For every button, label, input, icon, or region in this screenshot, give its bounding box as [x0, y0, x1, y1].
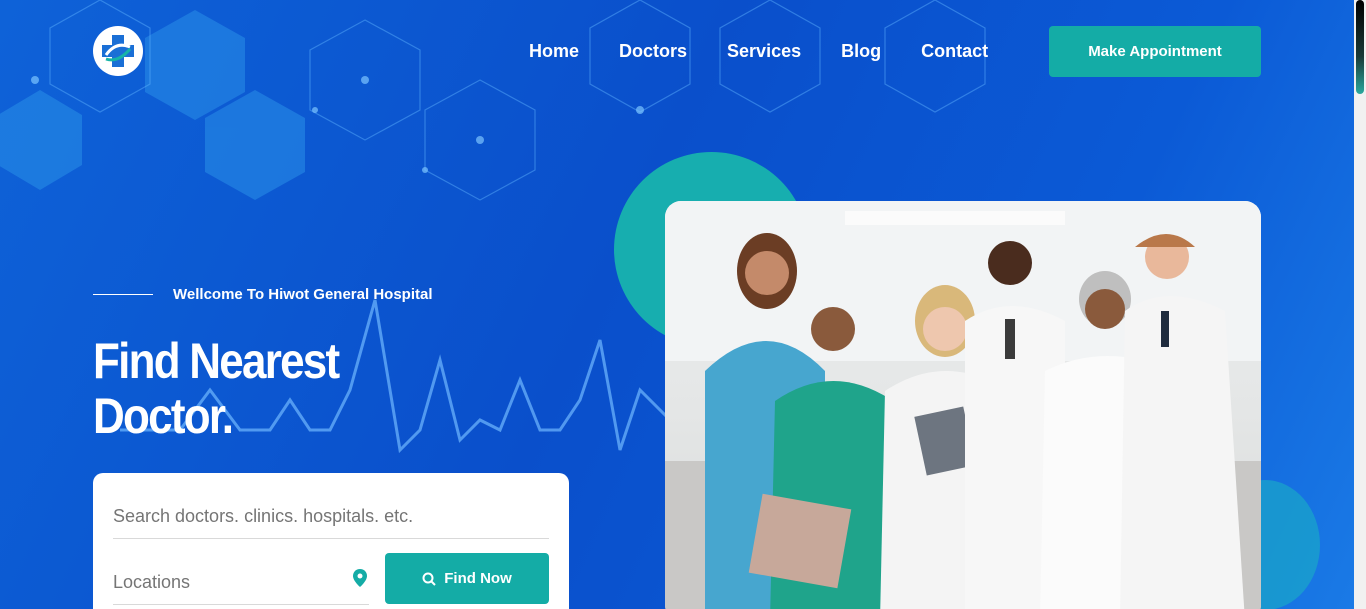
- welcome-tagline: Wellcome To Hiwot General Hospital: [93, 286, 433, 303]
- nav-link-home[interactable]: Home: [529, 38, 579, 64]
- nav-link-blog[interactable]: Blog: [841, 38, 881, 64]
- nav-link-services[interactable]: Services: [727, 38, 801, 64]
- tagline-divider: [93, 294, 153, 295]
- doctor-search-card: Find Now: [93, 473, 569, 609]
- search-icon: [422, 572, 436, 586]
- make-appointment-button[interactable]: Make Appointment: [1049, 26, 1261, 77]
- welcome-text: Wellcome To Hiwot General Hospital: [173, 286, 433, 303]
- hospital-logo[interactable]: [93, 26, 143, 76]
- location-input[interactable]: [113, 561, 369, 605]
- medical-cross-icon: [102, 35, 134, 67]
- page-scrollbar[interactable]: [1354, 0, 1366, 609]
- doctors-group-photo: [665, 201, 1261, 609]
- nav-link-doctors[interactable]: Doctors: [619, 38, 687, 64]
- scrollbar-thumb[interactable]: [1356, 0, 1364, 94]
- find-now-label: Find Now: [444, 570, 512, 587]
- find-now-button[interactable]: Find Now: [385, 553, 549, 604]
- hero-title-line1: Find Nearest: [93, 333, 340, 389]
- nav-link-contact[interactable]: Contact: [921, 38, 988, 64]
- location-pin-icon: [353, 569, 367, 587]
- main-navigation: Home Doctors Services Blog Contact: [529, 38, 1028, 64]
- hero-title-line2: Doctor.: [93, 388, 234, 444]
- doctors-illustration: [665, 201, 1261, 609]
- hero-title: Find Nearest Doctor.: [93, 333, 340, 444]
- hero-section: Home Doctors Services Blog Contact Make …: [0, 0, 1354, 609]
- search-input[interactable]: [113, 495, 549, 539]
